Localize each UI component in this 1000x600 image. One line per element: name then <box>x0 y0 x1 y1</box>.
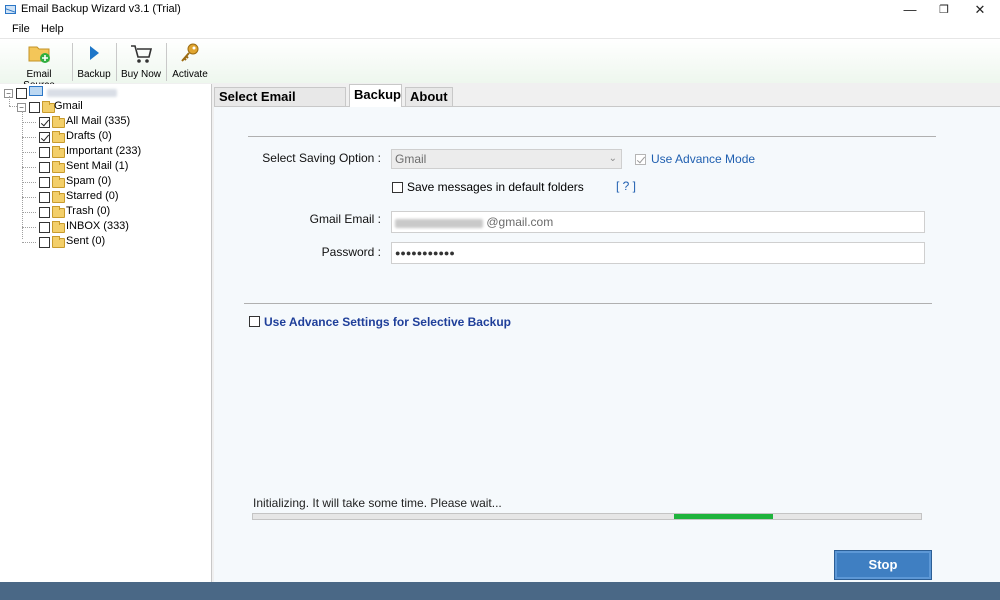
tree-root[interactable]: − <box>4 86 204 101</box>
restore-button[interactable]: ❐ <box>926 0 962 20</box>
activate-button[interactable]: Activate <box>170 41 210 80</box>
backup-label: Backup <box>77 69 111 80</box>
app-mail-icon <box>5 5 16 14</box>
toolbar-divider <box>116 43 117 81</box>
folder-icon <box>52 146 65 158</box>
password-input[interactable]: ●●●●●●●●●●● <box>391 242 925 264</box>
computer-icon <box>29 86 43 96</box>
folder-icon <box>52 176 65 188</box>
tree-folder-item[interactable]: Spam (0) <box>38 175 208 190</box>
menu-bar: File Help <box>0 20 1000 39</box>
tree-folder-label: All Mail (335) <box>66 115 131 127</box>
saving-option-select[interactable]: Gmail ⌄ <box>391 149 622 169</box>
tree-folder-label: Sent Mail (1) <box>66 160 129 172</box>
backup-panel: Select Saving Option : Gmail ⌄ Use Advan… <box>214 106 1000 582</box>
help-link[interactable]: [ ? ] <box>616 179 636 193</box>
tree-folder-label: INBOX (333) <box>66 220 129 232</box>
play-arrow-icon <box>86 41 102 67</box>
toolbar-divider <box>166 43 167 81</box>
chevron-down-icon: ⌄ <box>608 153 617 164</box>
tree-folder-checkbox[interactable] <box>39 162 50 173</box>
menu-help[interactable]: Help <box>41 23 64 35</box>
folder-icon <box>52 161 65 173</box>
tree-folder-item[interactable]: All Mail (335) <box>38 115 208 130</box>
divider <box>244 303 932 304</box>
activate-label: Activate <box>172 69 208 80</box>
folder-tree: − − Gmail All Mail (335) Drafts (0) Import… <box>0 84 212 582</box>
toolbar-divider <box>72 43 73 81</box>
password-label: Password : <box>321 245 381 259</box>
buy-now-button[interactable]: Buy Now <box>119 41 163 80</box>
tab-select-email-source[interactable]: Select Email Source <box>214 87 346 121</box>
advance-settings-checkbox[interactable] <box>249 316 260 327</box>
saving-option-label: Select Saving Option : <box>262 151 381 165</box>
menu-file[interactable]: File <box>12 23 30 35</box>
default-folders-checkbox[interactable] <box>392 182 403 193</box>
tree-folder-label: Important (233) <box>66 145 142 157</box>
tab-backup[interactable]: Backup <box>349 84 402 107</box>
toolbar: Email Source Backup Buy Now Activate <box>0 39 1000 91</box>
tree-folder-item[interactable]: Starred (0) <box>38 190 208 205</box>
folder-icon <box>52 236 65 248</box>
folder-icon <box>52 116 65 128</box>
use-advance-mode-checkbox[interactable] <box>635 154 646 165</box>
status-text: Initializing. It will take some time. Pl… <box>253 496 502 510</box>
default-folders-label: Save messages in default folders <box>407 180 584 194</box>
tree-folder-item[interactable]: Sent (0) <box>38 235 208 250</box>
redacted-email-user <box>395 219 483 228</box>
progress-bar <box>252 513 922 520</box>
taskbar-strip <box>0 582 1000 600</box>
divider <box>248 136 936 137</box>
tree-folder-label: Spam (0) <box>66 175 112 187</box>
tab-about[interactable]: About <box>405 87 453 106</box>
trash-icon <box>52 206 65 218</box>
tree-account-label: Gmail <box>54 100 83 112</box>
advance-settings-label: Use Advance Settings for Selective Backu… <box>264 315 511 329</box>
folder-icon <box>52 191 65 203</box>
tree-folder-checkbox[interactable] <box>39 222 50 233</box>
window-title: Email Backup Wizard v3.1 (Trial) <box>21 3 181 15</box>
tree-account-gmail[interactable]: − Gmail <box>17 100 197 115</box>
saving-option-value: Gmail <box>395 152 427 166</box>
title-bar: Email Backup Wizard v3.1 (Trial) — ❐ ✕ <box>0 0 1000 20</box>
tree-folder-label: Trash (0) <box>66 205 111 217</box>
use-advance-mode-label: Use Advance Mode <box>651 152 756 166</box>
tree-folder-item[interactable]: Sent Mail (1) <box>38 160 208 175</box>
tree-folder-checkbox[interactable] <box>39 207 50 218</box>
minimize-button[interactable]: — <box>892 0 928 20</box>
tree-folder-item[interactable]: Trash (0) <box>38 205 208 220</box>
tree-folder-item[interactable]: Drafts (0) <box>38 130 208 145</box>
folder-icon <box>52 131 65 143</box>
tree-folder-label: Drafts (0) <box>66 130 112 142</box>
close-button[interactable]: ✕ <box>962 0 998 20</box>
gmail-email-domain: @gmail.com <box>486 215 554 229</box>
tree-folder-label: Starred (0) <box>66 190 119 202</box>
progress-fill <box>674 514 773 519</box>
stop-button[interactable]: Stop <box>834 550 932 580</box>
tree-folder-checkbox[interactable] <box>39 117 50 128</box>
tree-folder-checkbox[interactable] <box>39 177 50 188</box>
tree-checkbox[interactable] <box>29 102 40 113</box>
backup-button[interactable]: Backup <box>76 41 112 80</box>
tree-checkbox[interactable] <box>16 88 27 99</box>
tree-folder-checkbox[interactable] <box>39 192 50 203</box>
tree-folder-checkbox[interactable] <box>39 237 50 248</box>
tree-folder-item[interactable]: Important (233) <box>38 145 208 160</box>
tree-folder-item[interactable]: INBOX (333) <box>38 220 208 235</box>
shopping-cart-icon <box>129 41 153 67</box>
gmail-email-input[interactable]: @gmail.com <box>391 211 925 233</box>
tree-folder-label: Sent (0) <box>66 235 106 247</box>
tree-folder-checkbox[interactable] <box>39 132 50 143</box>
key-icon <box>178 41 202 67</box>
redacted-computer-name <box>47 89 117 97</box>
folder-add-icon <box>27 41 51 67</box>
folder-icon <box>52 221 65 233</box>
tree-folder-checkbox[interactable] <box>39 147 50 158</box>
gmail-email-label: Gmail Email : <box>309 212 381 226</box>
buy-now-label: Buy Now <box>120 69 161 80</box>
